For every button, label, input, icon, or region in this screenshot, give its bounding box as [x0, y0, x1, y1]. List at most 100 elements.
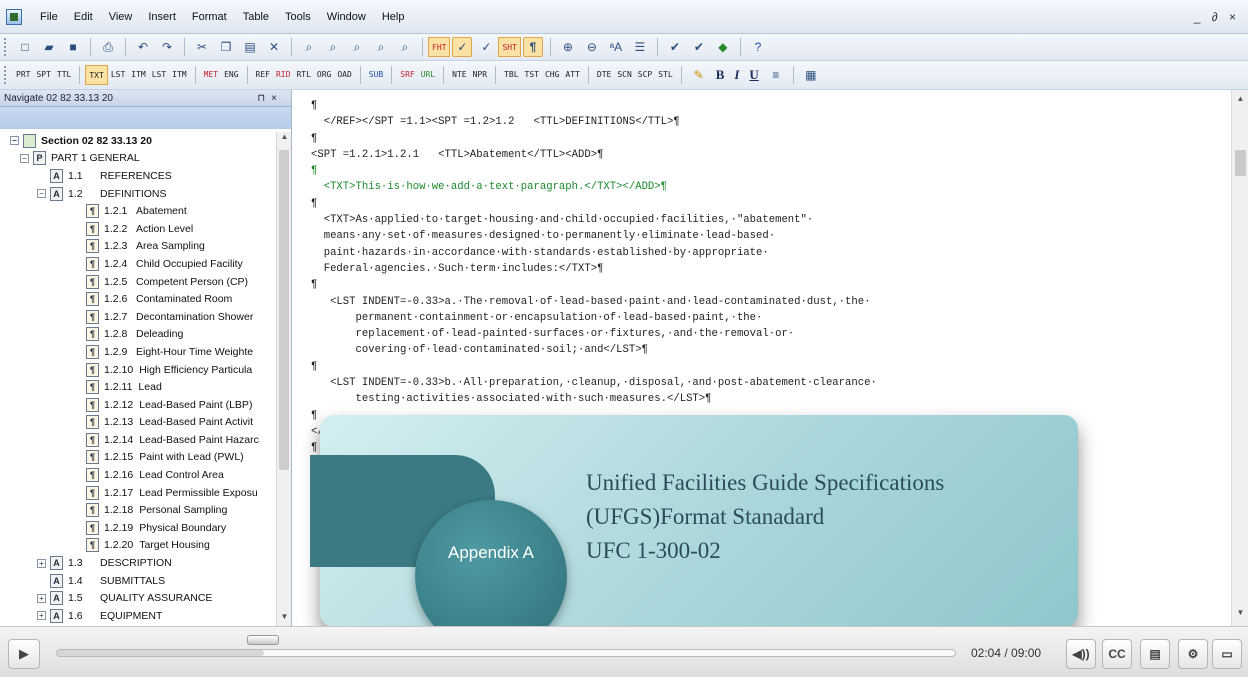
font-size-icon[interactable]: ᵃA	[606, 37, 626, 57]
menu-table[interactable]: Table	[235, 11, 277, 23]
seek-scrubber[interactable]	[247, 635, 279, 645]
tree-item[interactable]: ¶ 1.2.12 Lead-Based Paint (LBP)	[0, 396, 276, 414]
tag-nte-button[interactable]: NTE	[449, 65, 469, 85]
navigator-scrollbar[interactable]: ▲ ▼	[276, 132, 291, 626]
tree-item[interactable]: ¶ 1.2.11 Lead	[0, 378, 276, 396]
tree-item[interactable]: ¶ 1.2.14 Lead-Based Paint Hazarc	[0, 431, 276, 449]
redo-icon[interactable]: ↷	[157, 37, 177, 57]
italic-button[interactable]: I	[729, 67, 744, 83]
pilcrow-icon[interactable]: ¶	[522, 37, 543, 57]
scroll-up-icon[interactable]: ▲	[277, 132, 292, 146]
tree-part-node[interactable]: − P PART 1 GENERAL	[0, 150, 276, 168]
find-icon[interactable]: ⌕	[299, 37, 319, 57]
editor-line[interactable]: <TXT>As·applied·to·target·housing·and·ch…	[311, 212, 1211, 228]
editor-line[interactable]: covering·of·lead·contaminated·soil;·and<…	[311, 342, 1211, 358]
menu-edit[interactable]: Edit	[66, 11, 101, 23]
editor-line[interactable]: ¶	[311, 359, 1211, 375]
tag-tst-button[interactable]: TST	[522, 65, 542, 85]
menu-view[interactable]: View	[101, 11, 141, 23]
tree-item[interactable]: + A 1.6 EQUIPMENT	[0, 607, 276, 625]
tree-item[interactable]: ¶ 1.2.1 Abatement	[0, 202, 276, 220]
editor-line[interactable]: permanent·containment·or·encapsulation·o…	[311, 310, 1211, 326]
scroll-up-icon[interactable]: ▲	[1232, 94, 1248, 108]
menu-format[interactable]: Format	[184, 11, 235, 23]
tag-itm-nested-button[interactable]: ITM	[169, 65, 189, 85]
highlight-pen-icon[interactable]: ✎	[689, 65, 709, 85]
underline-button[interactable]: U	[744, 67, 763, 83]
editor-line[interactable]: <SPT =1.2.1>1.2.1 <TTL>Abatement</TTL><A…	[311, 147, 1211, 163]
pin-close-icon[interactable]: ⊓×	[257, 93, 283, 104]
zoom-in-icon[interactable]: ⊕	[558, 37, 578, 57]
find-next-icon[interactable]: ⌕	[323, 37, 343, 57]
tag-att-button[interactable]: ATT	[562, 65, 582, 85]
tag-txt-button[interactable]: TXT	[85, 65, 108, 85]
tag-ttl-button[interactable]: TTL	[54, 65, 74, 85]
tag-scn-button[interactable]: SCN	[614, 65, 634, 85]
tag-oad-button[interactable]: OAD	[334, 65, 354, 85]
tag-prt-button[interactable]: PRT	[13, 65, 33, 85]
tag-lst-button[interactable]: LST	[108, 65, 128, 85]
editor-line[interactable]: <LST INDENT=-0.33>b.·All·preparation,·cl…	[311, 375, 1211, 391]
tree-item[interactable]: ¶ 1.2.10 High Efficiency Particula	[0, 361, 276, 379]
editor-line[interactable]: testing·activities·associated·with·such·…	[311, 391, 1211, 407]
replace-icon[interactable]: ⌕	[347, 37, 367, 57]
menu-tools[interactable]: Tools	[277, 11, 319, 23]
tree-item[interactable]: + A 1.3 DESCRIPTION	[0, 554, 276, 572]
tag-lst-nested-button[interactable]: LST	[149, 65, 169, 85]
captions-button[interactable]: CC	[1102, 639, 1132, 669]
editor-line[interactable]: ¶	[311, 163, 1211, 179]
delete-icon[interactable]: ✕	[264, 37, 284, 57]
tree-item[interactable]: ¶ 1.2.9 Eight-Hour Time Weighte	[0, 343, 276, 361]
editor-line[interactable]: ¶	[311, 98, 1211, 114]
editor-line[interactable]: ¶	[311, 196, 1211, 212]
copy-icon[interactable]: ❐	[216, 37, 236, 57]
editor-line[interactable]: means·any·set·of·measures·designed·to·pe…	[311, 228, 1211, 244]
tree-item[interactable]: ¶ 1.2.7 Decontamination Shower	[0, 308, 276, 326]
tree-section-node[interactable]: − Section 02 82 33.13 20	[0, 132, 276, 150]
window-controls[interactable]: _ ∂ ×	[1194, 10, 1240, 24]
editor-scroll-thumb[interactable]	[1235, 150, 1246, 176]
tree-item[interactable]: − A 1.2 DEFINITIONS	[0, 185, 276, 203]
tag-eng-button[interactable]: ENG	[221, 65, 241, 85]
tag-scp-button[interactable]: SCP	[635, 65, 655, 85]
tree-item[interactable]: ¶ 1.2.2 Action Level	[0, 220, 276, 238]
tag-spt-button[interactable]: SPT	[33, 65, 53, 85]
fht-icon[interactable]: FHT	[428, 37, 451, 57]
open-icon[interactable]: ▰	[39, 37, 59, 57]
play-button[interactable]: ▶	[8, 639, 40, 669]
collapse-icon[interactable]: −	[10, 136, 19, 146]
editor-line[interactable]: <TXT>This·is·how·we·add·a·text·paragraph…	[311, 179, 1211, 195]
fullscreen-button[interactable]: ▭	[1212, 639, 1242, 669]
tree-item[interactable]: ¶ 1.2.17 Lead Permissible Exposu	[0, 484, 276, 502]
tree-item[interactable]: ¶ 1.2.3 Area Sampling	[0, 238, 276, 256]
print-icon[interactable]: ⎙	[98, 37, 118, 57]
expand-icon[interactable]: +	[37, 593, 46, 603]
scroll-down-icon[interactable]: ▼	[1232, 608, 1248, 622]
editor-line[interactable]: ¶	[311, 277, 1211, 293]
editor-line[interactable]: ¶	[311, 131, 1211, 147]
cut-icon[interactable]: ✂	[192, 37, 212, 57]
save-icon[interactable]: ■	[63, 37, 83, 57]
volume-button[interactable]: ◀))	[1066, 639, 1096, 669]
tag-chg-button[interactable]: CHG	[542, 65, 562, 85]
paste-icon[interactable]: ▤	[240, 37, 260, 57]
tag-org-button[interactable]: ORG	[314, 65, 334, 85]
bookmark-icon[interactable]: ◆	[713, 37, 733, 57]
tree-item[interactable]: A 1.1 REFERENCES	[0, 167, 276, 185]
menu-help[interactable]: Help	[374, 11, 413, 23]
grammar-icon[interactable]: ✔	[689, 37, 709, 57]
expand-icon[interactable]: +	[37, 558, 46, 568]
editor-line[interactable]: Federal·agencies.·Such·term·includes:</T…	[311, 261, 1211, 277]
tree-item[interactable]: A 1.4 SUBMITTALS	[0, 572, 276, 590]
tag-rid-button[interactable]: RID	[273, 65, 293, 85]
tag-met-button[interactable]: MET	[201, 65, 221, 85]
tree-item[interactable]: ¶ 1.2.8 Deleading	[0, 326, 276, 344]
toolbar-grip[interactable]	[4, 66, 7, 84]
navigator-scroll-thumb[interactable]	[279, 150, 289, 470]
editor-line[interactable]: replacement·of·lead-painted·surfaces·or·…	[311, 326, 1211, 342]
tree-item[interactable]: ¶ 1.2.20 Target Housing	[0, 537, 276, 555]
tag-stl-button[interactable]: STL	[655, 65, 675, 85]
editor-line[interactable]: paint·hazards·in·accordance·with·standar…	[311, 245, 1211, 261]
bold-button[interactable]: B	[711, 67, 730, 83]
tag-srf-button[interactable]: SRF	[397, 65, 417, 85]
